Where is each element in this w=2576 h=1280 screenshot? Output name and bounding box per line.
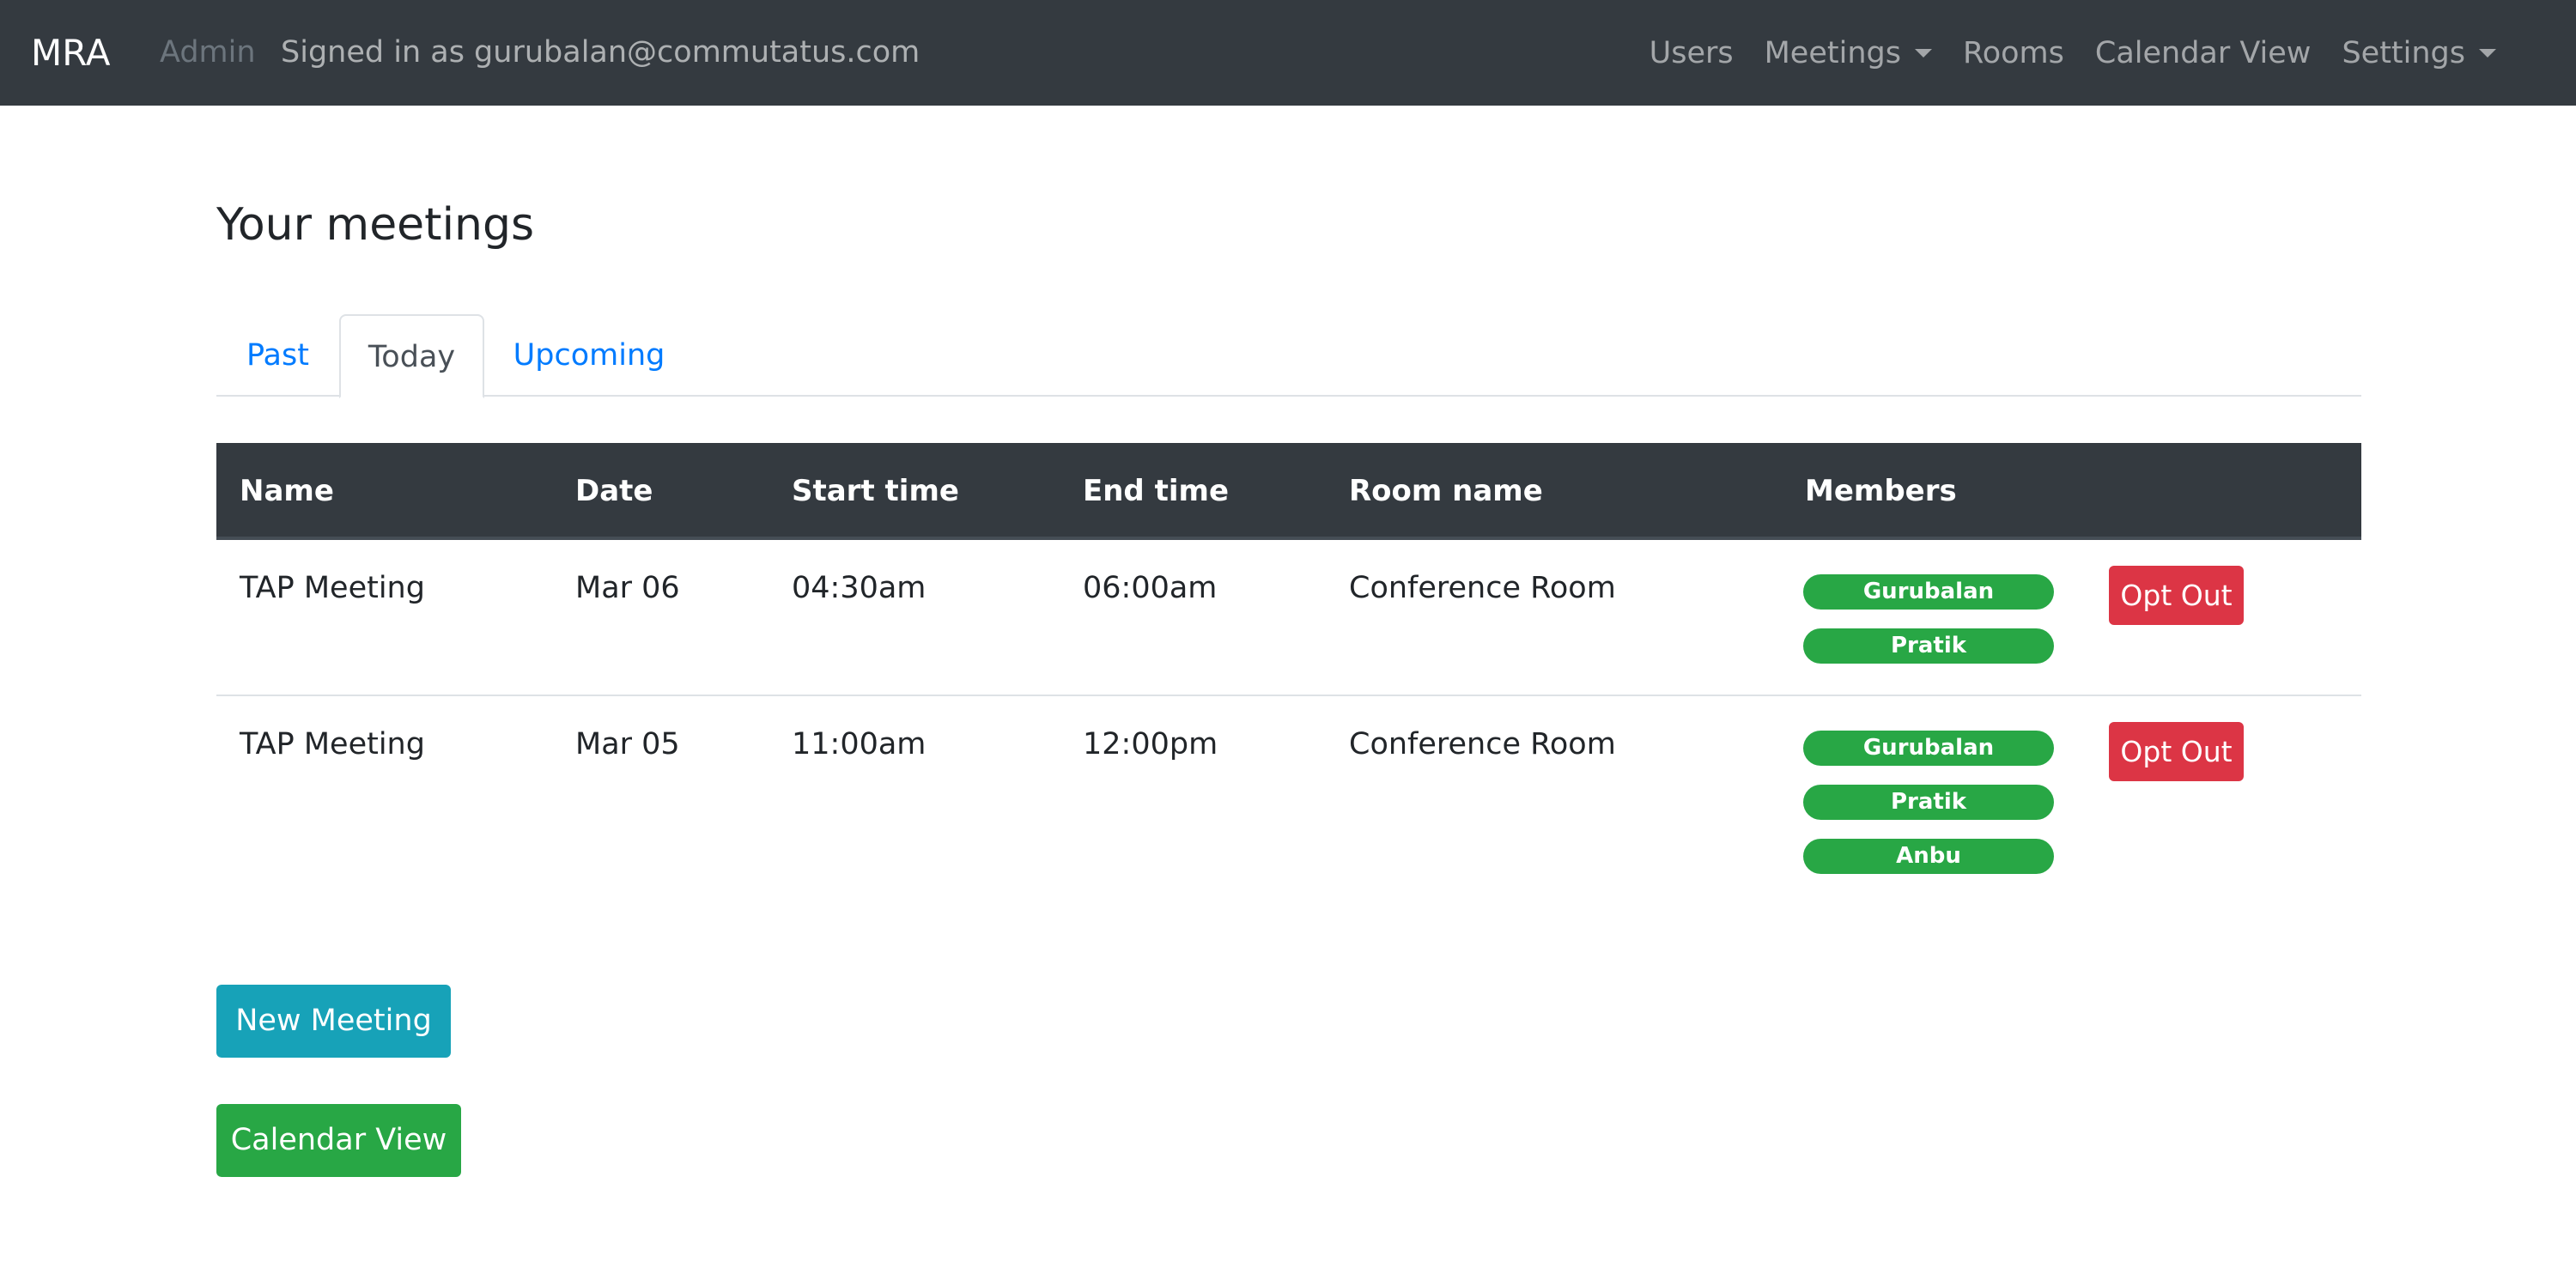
meeting-name: TAP Meeting <box>240 727 425 761</box>
member-badge: Gurubalan <box>1803 574 2054 610</box>
top-navbar: MRA Admin Signed in as gurubalan@commuta… <box>0 0 2576 106</box>
nav-calendar-view-link[interactable]: Calendar View <box>2095 36 2312 70</box>
page-title: Your meetings <box>216 199 535 251</box>
meeting-date: Mar 06 <box>575 571 680 605</box>
nav-rooms-link[interactable]: Rooms <box>1963 36 2064 70</box>
member-list: Gurubalan Pratik <box>1803 574 2056 682</box>
opt-out-button[interactable]: Opt Out <box>2109 566 2244 625</box>
brand-logo[interactable]: MRA <box>31 0 110 106</box>
member-badge: Pratik <box>1803 785 2054 820</box>
meeting-name: TAP Meeting <box>240 571 425 605</box>
table-row: TAP Meeting Mar 06 04:30am 06:00am Confe… <box>216 540 2361 696</box>
tab-today[interactable]: Today <box>339 314 484 398</box>
nav-users-link[interactable]: Users <box>1649 36 1734 70</box>
chevron-down-icon <box>1914 48 1932 58</box>
header-end-time: End time <box>1083 474 1229 508</box>
meeting-end-time: 06:00am <box>1083 571 1218 605</box>
member-badge: Anbu <box>1803 839 2054 874</box>
header-start-time: Start time <box>792 474 959 508</box>
nav-calendar-view-label: Calendar View <box>2094 35 2312 70</box>
nav-right-menu: Users Meetings Rooms Calendar View Setti… <box>1649 0 2496 106</box>
nav-settings-dropdown[interactable]: Settings <box>2342 36 2496 70</box>
new-meeting-button[interactable]: New Meeting <box>216 985 451 1058</box>
nav-admin-link[interactable]: Admin <box>160 0 256 106</box>
header-members: Members <box>1805 474 1957 508</box>
nav-meetings-label: Meetings <box>1764 35 1901 70</box>
table-row: TAP Meeting Mar 05 11:00am 12:00pm Confe… <box>216 696 2361 896</box>
meeting-room: Conference Room <box>1349 727 1616 761</box>
header-date: Date <box>575 474 653 508</box>
tab-past[interactable]: Past <box>216 314 339 397</box>
header-name: Name <box>240 474 334 508</box>
chevron-down-icon <box>2479 48 2496 58</box>
meeting-room: Conference Room <box>1349 571 1616 605</box>
member-list: Gurubalan Pratik Anbu <box>1803 731 2056 893</box>
member-badge: Gurubalan <box>1803 731 2054 766</box>
tab-upcoming[interactable]: Upcoming <box>484 314 694 397</box>
member-badge: Pratik <box>1803 628 2054 664</box>
meeting-date: Mar 05 <box>575 727 680 761</box>
meeting-start-time: 11:00am <box>792 727 927 761</box>
nav-users-label: Users <box>1649 35 1734 70</box>
nav-rooms-label: Rooms <box>1962 35 2064 70</box>
meeting-end-time: 12:00pm <box>1083 727 1218 761</box>
meetings-table: Name Date Start time End time Room name … <box>216 443 2361 896</box>
header-room-name: Room name <box>1349 474 1543 508</box>
signed-in-text: Signed in as gurubalan@commutatus.com <box>281 35 920 70</box>
nav-meetings-dropdown[interactable]: Meetings <box>1765 36 1932 70</box>
table-header: Name Date Start time End time Room name … <box>216 443 2361 540</box>
opt-out-button[interactable]: Opt Out <box>2109 722 2244 781</box>
nav-settings-label: Settings <box>2342 35 2465 70</box>
calendar-view-button[interactable]: Calendar View <box>216 1104 461 1177</box>
meeting-tabs: Past Today Upcoming <box>216 314 2361 398</box>
meeting-start-time: 04:30am <box>792 571 927 605</box>
